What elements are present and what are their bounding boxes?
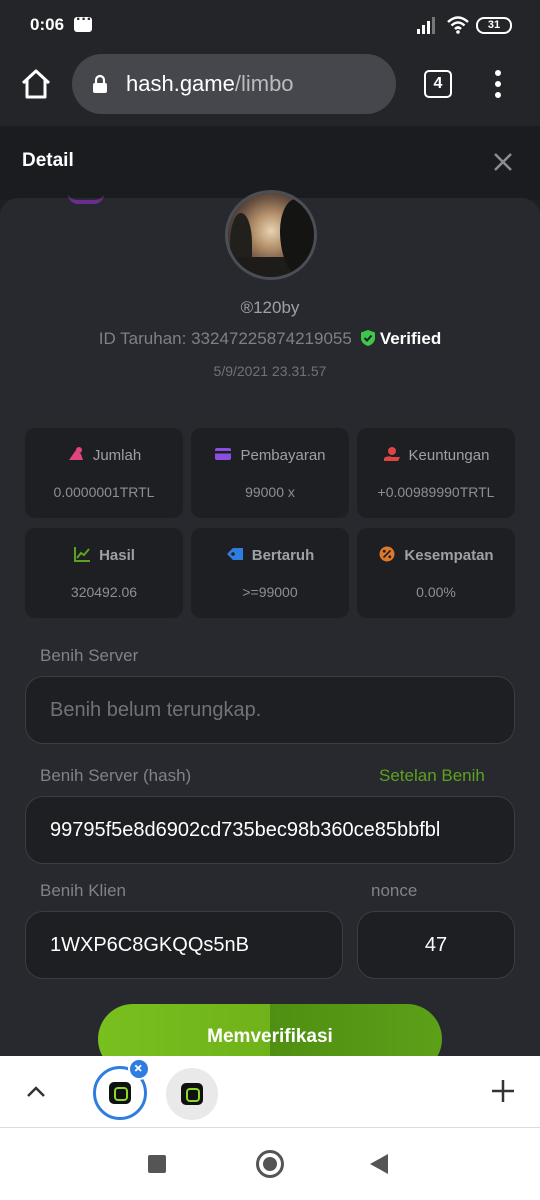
home-icon[interactable] bbox=[18, 66, 54, 102]
browser-menu-icon[interactable] bbox=[488, 68, 508, 100]
url-host: hash.game bbox=[126, 71, 235, 96]
home-nav-icon[interactable] bbox=[256, 1150, 284, 1178]
close-tab-icon[interactable] bbox=[128, 1058, 150, 1080]
server-seed-label: Benih Server bbox=[40, 646, 139, 665]
back-icon[interactable] bbox=[368, 1152, 390, 1176]
client-seed-value: 1WXP6C8GKQQs5nB bbox=[50, 934, 249, 956]
coins-icon bbox=[68, 447, 83, 460]
avatar bbox=[225, 190, 317, 280]
stat-label: Hasil bbox=[99, 547, 135, 564]
seed-settings-link[interactable]: Setelan Benih bbox=[379, 766, 485, 786]
signal-icon bbox=[417, 17, 435, 34]
card-icon bbox=[215, 448, 232, 460]
chart-icon bbox=[74, 547, 91, 562]
new-tab-plus-icon[interactable] bbox=[490, 1078, 516, 1104]
url-path: /limbo bbox=[234, 71, 294, 96]
username: ®120by bbox=[240, 298, 300, 317]
stat-card-result: Hasil 320492.06 bbox=[25, 528, 183, 618]
stat-value: +0.00989990TRTL bbox=[377, 484, 495, 500]
client-seed-field[interactable]: 1WXP6C8GKQQs5nB bbox=[25, 911, 343, 979]
bet-datetime: 5/9/2021 23.31.57 bbox=[213, 363, 327, 379]
ticket-icon bbox=[226, 548, 243, 560]
wifi-icon bbox=[447, 16, 469, 34]
bet-id-label: ID Taruhan: bbox=[98, 329, 187, 348]
status-time: 0:06 bbox=[30, 15, 65, 34]
verified-label: Verified bbox=[379, 329, 442, 348]
client-seed-label: Benih Klien bbox=[40, 881, 127, 900]
lock-icon bbox=[93, 74, 107, 93]
nonce-value: 47 bbox=[424, 934, 448, 956]
nonce-field[interactable]: 47 bbox=[357, 911, 515, 979]
server-seed-hash-field[interactable]: 99795f5e8d6902cd735bec98b360ce85bbfbl bbox=[25, 796, 515, 864]
modal-header: Detail bbox=[0, 126, 540, 200]
close-icon[interactable] bbox=[490, 149, 516, 175]
stat-value: >=99000 bbox=[242, 584, 298, 600]
chevron-up-icon[interactable] bbox=[24, 1080, 48, 1104]
site-favicon-icon bbox=[109, 1082, 131, 1104]
url-text: hash.game/limbo bbox=[126, 71, 294, 97]
modal-title: Detail bbox=[22, 150, 74, 171]
bet-id-row: ID Taruhan: 33247225874219055 Verified bbox=[0, 329, 540, 349]
stat-card-profit: Keuntungan +0.00989990TRTL bbox=[357, 428, 515, 518]
recents-icon[interactable] bbox=[148, 1155, 166, 1173]
stat-label: Kesempatan bbox=[404, 547, 494, 564]
stat-value: 320492.06 bbox=[70, 584, 138, 600]
stat-card-bet: Bertaruh >=99000 bbox=[191, 528, 349, 618]
stat-value: 0.0000001TRTL bbox=[53, 484, 155, 500]
browser-tab-strip bbox=[0, 1056, 540, 1128]
system-nav-bar bbox=[0, 1128, 540, 1200]
stat-value: 99000 x bbox=[245, 484, 295, 500]
stat-label: Bertaruh bbox=[251, 547, 315, 564]
verified-shield-icon bbox=[360, 330, 375, 346]
status-bar: 0:06 31 bbox=[0, 0, 540, 52]
browser-toolbar: hash.game/limbo 4 bbox=[0, 52, 540, 126]
stat-card-chance: Kesempatan 0.00% bbox=[357, 528, 515, 618]
server-seed-hash-label: Benih Server (hash) bbox=[40, 766, 192, 785]
message-notification-icon bbox=[74, 11, 92, 32]
site-favicon-icon bbox=[181, 1083, 203, 1105]
bet-id-value: 33247225874219055 bbox=[191, 329, 352, 348]
server-seed-field[interactable]: Benih belum terungkap. bbox=[25, 676, 515, 744]
percent-icon bbox=[379, 546, 395, 562]
nonce-label: nonce bbox=[371, 881, 418, 900]
stat-label: Keuntungan bbox=[408, 447, 490, 464]
stat-card-payout: Pembayaran 99000 x bbox=[191, 428, 349, 518]
stat-card-amount: Jumlah 0.0000001TRTL bbox=[25, 428, 183, 518]
server-seed-placeholder: Benih belum terungkap. bbox=[50, 699, 262, 721]
server-seed-hash-value: 99795f5e8d6902cd735bec98b360ce85bbfbl bbox=[50, 819, 441, 841]
decorative-accent bbox=[68, 194, 104, 204]
hand-money-icon bbox=[383, 447, 400, 461]
tab-hash-game[interactable] bbox=[166, 1068, 218, 1120]
stat-label: Jumlah bbox=[92, 447, 142, 464]
stat-label: Pembayaran bbox=[240, 447, 326, 464]
battery-indicator: 31 bbox=[476, 17, 512, 34]
tab-switcher-button[interactable]: 4 bbox=[424, 70, 452, 98]
stat-value: 0.00% bbox=[416, 584, 456, 600]
address-bar[interactable]: hash.game/limbo bbox=[72, 54, 396, 114]
